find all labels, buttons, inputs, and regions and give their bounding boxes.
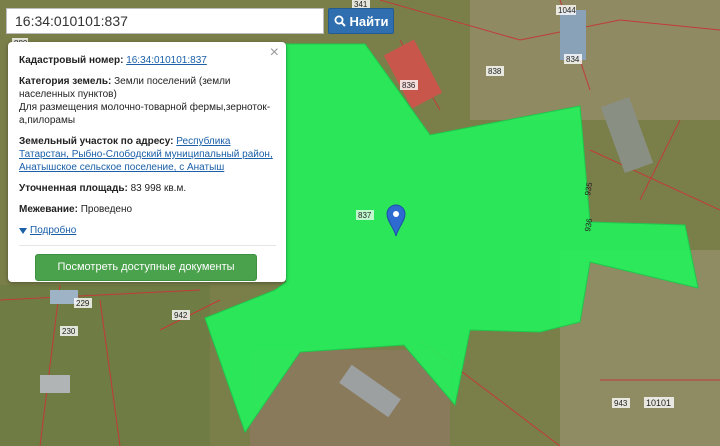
details-toggle[interactable]: Подробно [19, 224, 276, 237]
parcel-label: 229 [76, 299, 90, 308]
land-category-row: Категория земель: Земли поселений (земли… [19, 75, 276, 127]
address-label: Земельный участок по адресу: [19, 136, 174, 147]
chevron-down-icon [19, 227, 27, 234]
parcel-info-popup: × Кадастровый номер: 16:34:010101:837 Ка… [8, 42, 286, 282]
parcel-label: 837 [358, 211, 372, 220]
parcel-label: 838 [488, 67, 502, 76]
details-label: Подробно [30, 225, 77, 236]
cadastral-number-row: Кадастровый номер: 16:34:010101:837 [19, 54, 276, 67]
close-icon[interactable]: × [270, 45, 279, 61]
survey-row: Межевание: Проведено [19, 203, 276, 216]
search-input[interactable]: 16:34:010101:837 [6, 8, 324, 34]
terrain-patch [470, 0, 720, 120]
search-button-label: Найти [349, 13, 389, 29]
parcel-label: 836 [402, 81, 416, 90]
roof-building [40, 375, 70, 393]
area-value: 83 998 кв.м. [130, 183, 187, 194]
parcel-label: 230 [62, 327, 76, 336]
roof-building [50, 290, 78, 304]
area-label: Уточненная площадь: [19, 183, 128, 194]
parcel-label: 943 [614, 399, 628, 408]
address-row: Земельный участок по адресу: Республика … [19, 135, 276, 174]
view-documents-button[interactable]: Посмотреть доступные документы [35, 254, 257, 281]
parcel-label: 942 [174, 311, 188, 320]
divider [19, 245, 276, 246]
parcel-label: 834 [566, 55, 580, 64]
cadastral-link[interactable]: 16:34:010101:837 [126, 55, 207, 66]
search-button[interactable]: Найти [328, 8, 394, 34]
parcel-label: 1044 [558, 6, 576, 15]
terrain-patch [0, 285, 210, 446]
search-icon [334, 15, 346, 27]
roof-building [560, 10, 586, 60]
area-row: Уточненная площадь: 83 998 кв.м. [19, 182, 276, 195]
survey-label: Межевание: [19, 204, 78, 215]
usage-value: Для размещения молочно-товарной фермы,зе… [19, 102, 271, 126]
category-label: Категория земель: [19, 76, 112, 87]
parcel-label: 10101 [646, 398, 671, 408]
survey-value: Проведено [80, 204, 133, 215]
cadastral-label: Кадастровый номер: [19, 55, 124, 66]
